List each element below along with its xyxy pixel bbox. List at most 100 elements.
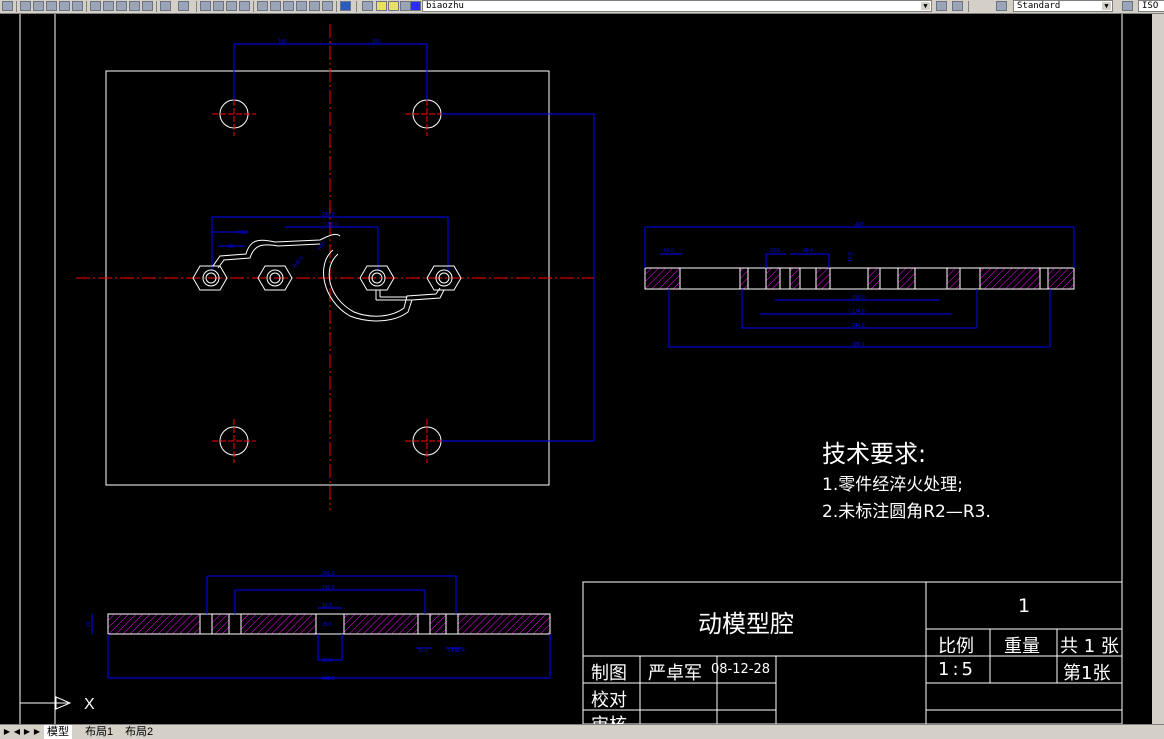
bottom-dim-25: 25.6 xyxy=(322,622,332,628)
layout-tab-bar: ▶ ◀ ▶ ▶ 模型 布局1 布局2 xyxy=(0,724,1164,739)
bottom-dim-15: 15.0 xyxy=(418,648,428,654)
sheet-index: 第1张 xyxy=(1063,663,1111,684)
text-style-name: Standard xyxy=(1017,1,1061,11)
dim-r50: R50 xyxy=(317,240,328,251)
toolbar-separator xyxy=(16,1,17,12)
dim-r40: R40.5 xyxy=(292,255,305,269)
drawn-label: 制图 xyxy=(591,663,627,684)
make-current-layer-icon[interactable] xyxy=(936,1,947,11)
zoom-previous-icon[interactable] xyxy=(239,1,250,11)
zoom-realtime-icon[interactable] xyxy=(213,1,224,11)
review-label: 审核 xyxy=(591,711,627,724)
plot-preview-icon[interactable] xyxy=(33,1,44,11)
publish-icon[interactable] xyxy=(46,1,57,11)
paste-icon[interactable] xyxy=(116,1,127,11)
plot-icon[interactable] xyxy=(20,1,31,11)
side-dim-174: 174.0 xyxy=(852,309,865,315)
dim-26: 26 xyxy=(228,244,234,250)
side-dim-23: 23.6 xyxy=(770,248,780,254)
toolbar-separator xyxy=(86,1,87,12)
checked-label: 校对 xyxy=(591,690,627,711)
dim-style-icon[interactable] xyxy=(1122,1,1133,11)
text-style-icon[interactable] xyxy=(996,1,1007,11)
dim-style-combo[interactable]: ISO xyxy=(1138,0,1164,12)
side-dim-56: 56.0 xyxy=(664,248,674,254)
dim-style-name: ISO xyxy=(1142,1,1159,11)
prev-tab-icon[interactable]: ◀ xyxy=(12,726,22,737)
markup-icon[interactable] xyxy=(309,1,320,11)
last-tab-icon[interactable]: ▶ xyxy=(32,726,42,737)
next-tab-icon[interactable]: ▶ xyxy=(22,726,32,737)
properties-icon[interactable] xyxy=(257,1,268,11)
tech-requirement-item: 2.未标注圆角R2—R3. xyxy=(822,502,991,522)
scale-label: 比例 xyxy=(938,636,974,657)
copy-icon[interactable] xyxy=(103,1,114,11)
part-name: 动模型腔 xyxy=(698,610,794,638)
top-dimension xyxy=(233,43,595,442)
help-icon[interactable] xyxy=(340,1,351,11)
layer-combo[interactable]: biaozhu ▼ xyxy=(422,0,932,12)
side-dim-420: 420 xyxy=(855,222,864,228)
layer-color-icon xyxy=(410,1,421,11)
etransmit-icon[interactable] xyxy=(72,1,83,11)
standard-toolbar: biaozhu ▼ Standard ▼ ISO xyxy=(0,0,1164,14)
side-dim-150: 150.0 xyxy=(852,295,865,301)
first-tab-icon[interactable]: ▶ xyxy=(2,726,12,737)
bottom-dim-408: 408.0 xyxy=(322,676,335,682)
match-properties-icon[interactable] xyxy=(129,1,140,11)
dim-150-right: 150 xyxy=(372,39,381,45)
bottom-dim-16b: 16.4 xyxy=(455,648,465,654)
bottom-dim-35: 35.0 xyxy=(322,658,332,664)
side-dim-244: 244.0 xyxy=(852,323,865,329)
lightbulb-icon[interactable] xyxy=(376,1,387,11)
side-dim-40: 40.4 xyxy=(803,248,813,254)
bottom-view xyxy=(91,575,551,679)
save-icon[interactable] xyxy=(2,1,13,11)
bottom-dim-22: 22 xyxy=(86,621,92,627)
undo-icon[interactable] xyxy=(160,1,171,11)
cut-icon[interactable] xyxy=(90,1,101,11)
tab-layout2[interactable]: 布局2 xyxy=(122,725,156,739)
scale-value: 1:5 xyxy=(938,659,976,680)
toolbar-separator xyxy=(156,1,157,12)
design-center-icon[interactable] xyxy=(270,1,281,11)
bottom-dim-16: 16.8 xyxy=(322,603,332,609)
model-space-drawing: 150 150 243.0 150.0 R12 26 R40.5 R50 420… xyxy=(19,14,1123,724)
chevron-down-icon[interactable]: ▼ xyxy=(1102,2,1111,10)
layer-name: biaozhu xyxy=(426,1,464,11)
quickcalc-icon[interactable] xyxy=(322,1,333,11)
chevron-down-icon[interactable]: ▼ xyxy=(921,2,930,10)
redo-icon[interactable] xyxy=(178,1,189,11)
dim-r12: R12 xyxy=(238,230,247,236)
bottom-dim-150: 150.0 xyxy=(322,585,335,591)
title-block-frame xyxy=(582,581,1123,724)
dim-150-left: 150 xyxy=(278,39,287,45)
vertical-scrollbar[interactable] xyxy=(1152,14,1164,724)
side-dim-386: 386.1 xyxy=(852,342,865,348)
toolbar-separator xyxy=(968,1,969,12)
drawn-date: 08-12-28 xyxy=(711,662,771,677)
dim-243: 243.0 xyxy=(322,212,335,218)
zoom-window-icon[interactable] xyxy=(226,1,237,11)
layer-previous-icon[interactable] xyxy=(952,1,963,11)
guide-hole-bottom-left xyxy=(212,419,256,463)
tech-requirement-item: 1.零件经淬火处理; xyxy=(822,475,963,495)
total-sheets: 共 1 张 xyxy=(1060,636,1119,657)
toolbar-separator xyxy=(253,1,254,12)
tab-model[interactable]: 模型 xyxy=(44,725,72,739)
ucs-icon xyxy=(20,696,72,710)
weight-label: 重量 xyxy=(1004,636,1040,657)
layer-manager-icon[interactable] xyxy=(362,1,373,11)
3d-dwf-icon[interactable] xyxy=(59,1,70,11)
part-number: 1 xyxy=(1018,595,1031,617)
dim-150-cavity: 150.0 xyxy=(325,222,338,228)
block-editor-icon[interactable] xyxy=(142,1,153,11)
toolbar-separator xyxy=(196,1,197,12)
text-style-combo[interactable]: Standard ▼ xyxy=(1013,0,1113,12)
tool-palettes-icon[interactable] xyxy=(283,1,294,11)
pan-icon[interactable] xyxy=(200,1,211,11)
sun-icon[interactable] xyxy=(388,1,399,11)
toolbar-separator xyxy=(356,1,357,12)
sheet-set-icon[interactable] xyxy=(296,1,307,11)
tab-layout1[interactable]: 布局1 xyxy=(82,725,116,739)
